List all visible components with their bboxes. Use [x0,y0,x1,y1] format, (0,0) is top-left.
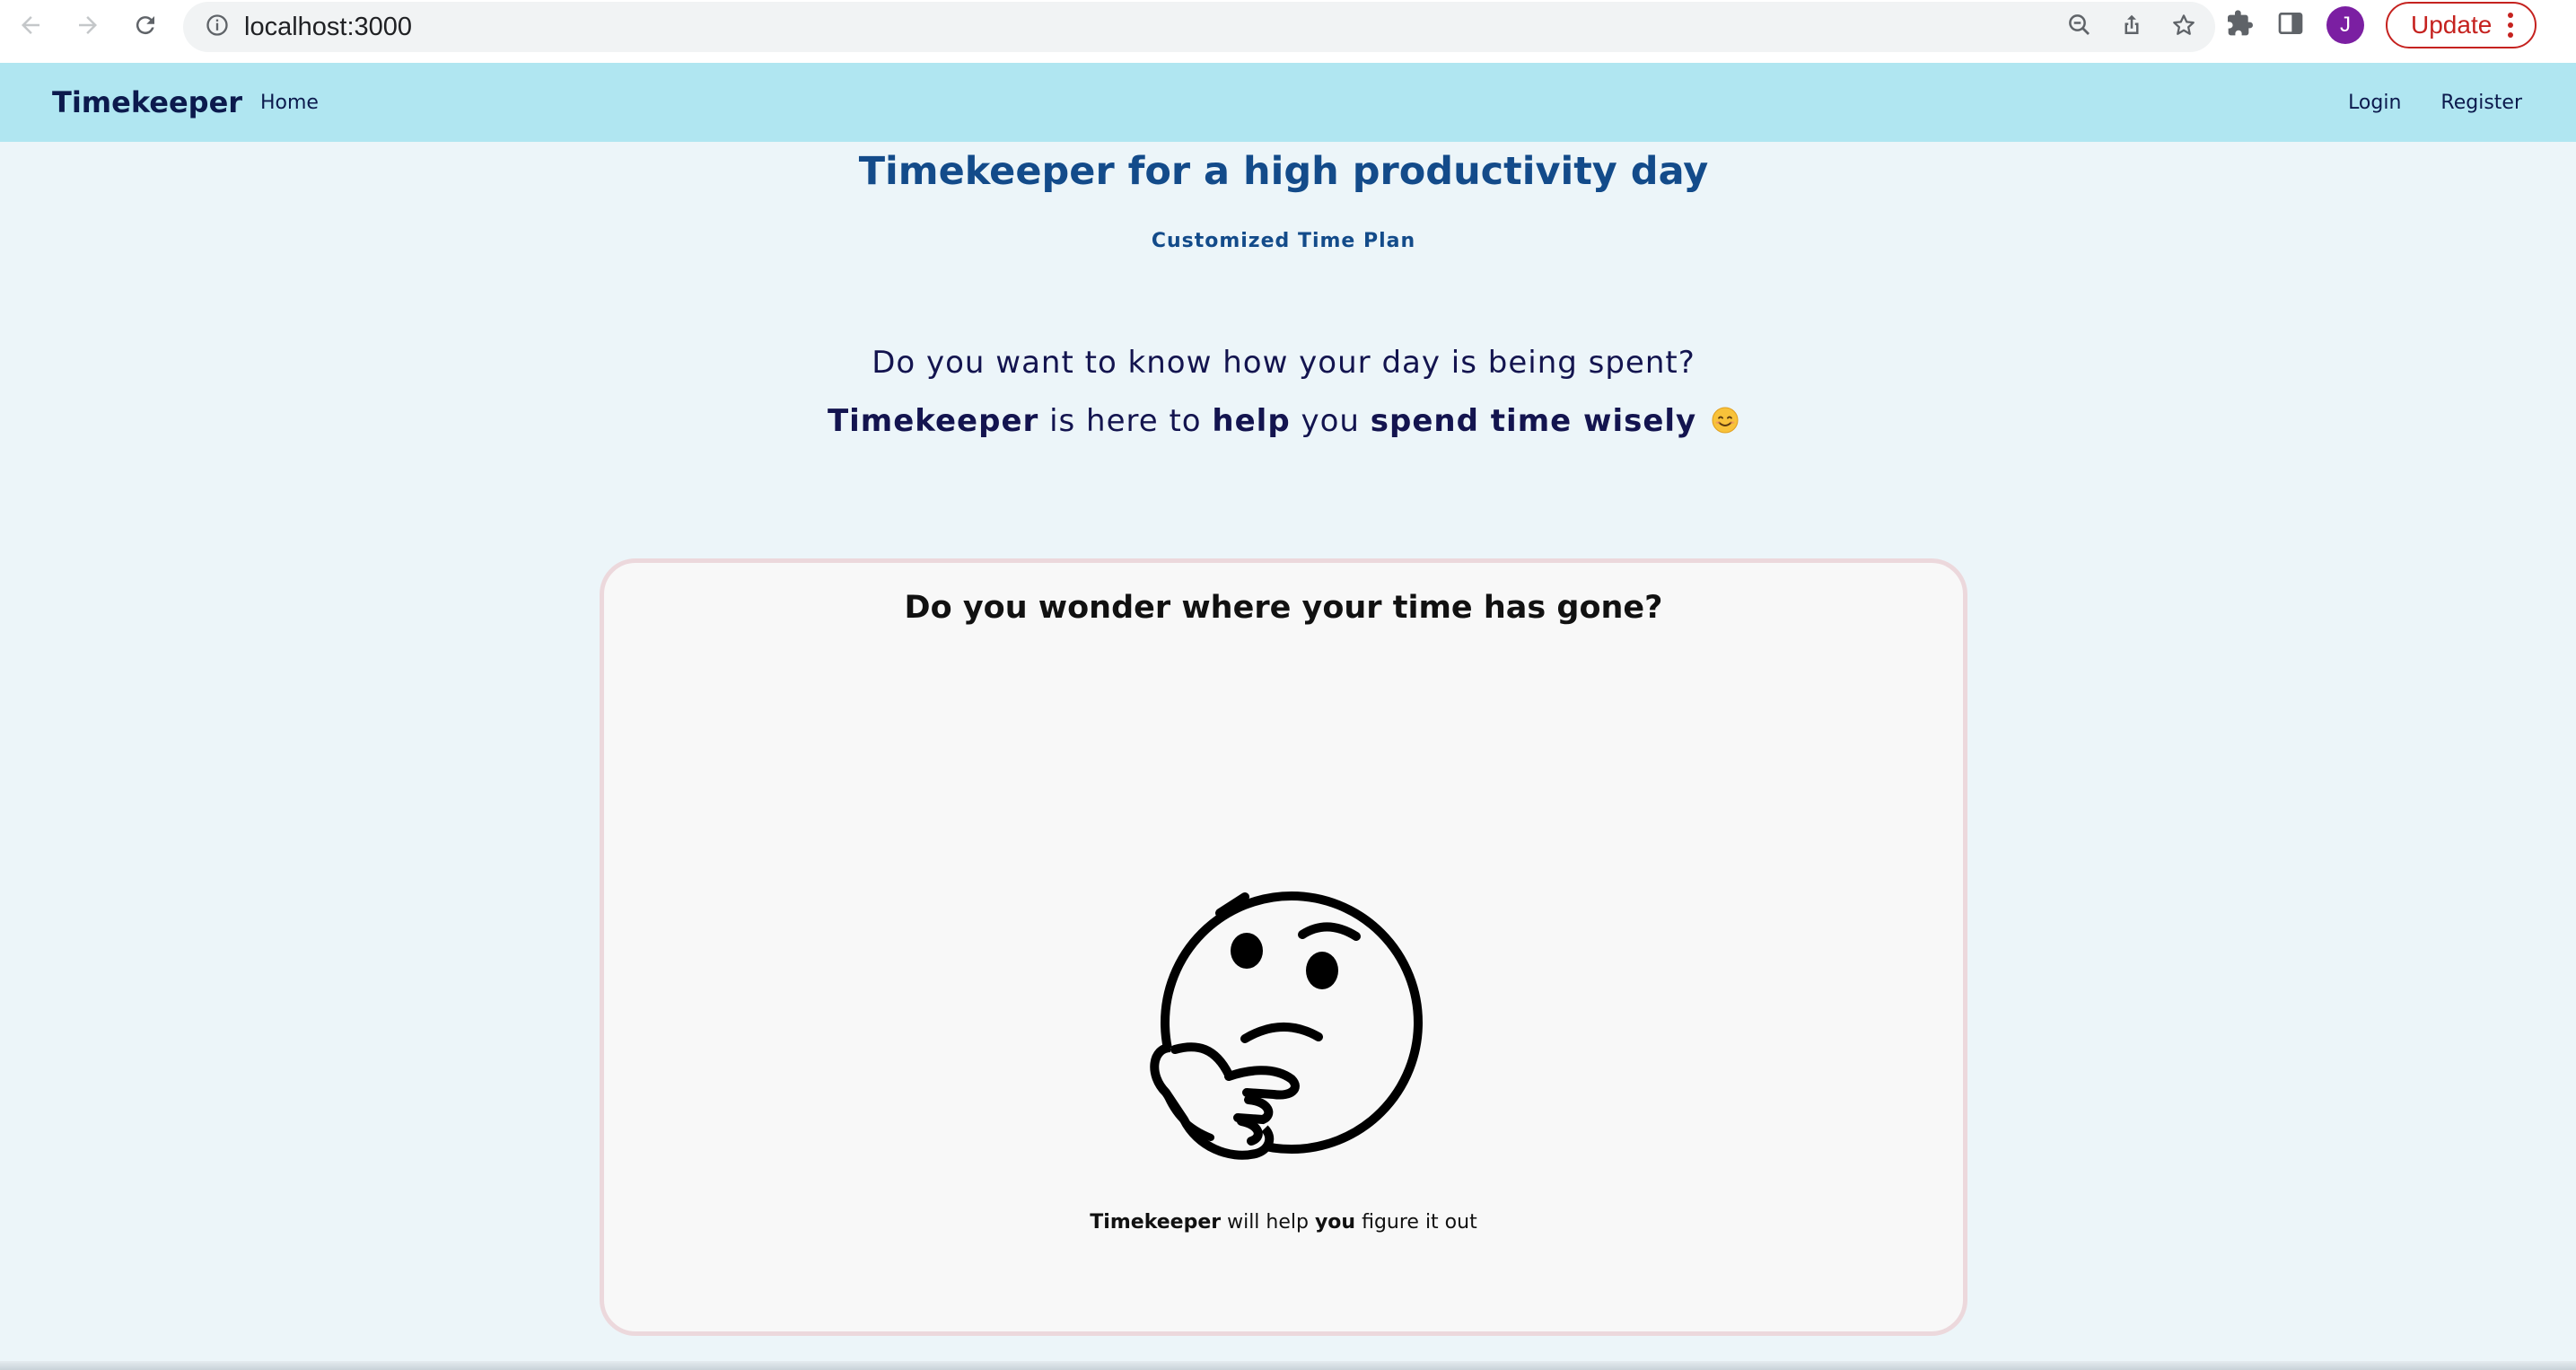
tagline-text-2: you [1290,403,1371,439]
bottom-edge [0,1361,2576,1370]
forward-arrow-icon[interactable] [68,5,108,45]
caption-text-2: figure it out [1355,1211,1477,1234]
info-icon[interactable] [205,13,230,41]
url-text[interactable]: localhost:3000 [244,13,412,42]
tagline-text-1: is here to [1038,403,1213,439]
address-bar[interactable]: localhost:3000 [183,2,2215,52]
side-panel-icon[interactable] [2276,9,2305,41]
nav-register-link[interactable]: Register [2440,92,2522,114]
app-navbar: Timekeeper Home Login Register [0,63,2576,142]
caption-you: you [1314,1211,1356,1234]
info-card: Do you wonder where your time has gone? … [600,558,1967,1336]
brand-link[interactable]: Timekeeper [52,85,242,119]
puzzle-icon[interactable] [2226,9,2255,41]
profile-avatar[interactable]: J [2326,6,2364,44]
page-title: Timekeeper for a high productivity day [858,149,1709,194]
update-button[interactable]: Update [2386,2,2537,48]
thinking-face-icon [1148,886,1426,1164]
back-arrow-icon[interactable] [11,5,50,45]
tagline-spend-time: spend time wisely [1370,403,1697,439]
update-label: Update [2411,11,2493,39]
card-title: Do you wonder where your time has gone? [904,590,1663,626]
page-subtitle: Customized Time Plan [1151,230,1416,252]
kebab-menu-icon [2508,13,2514,38]
zoom-out-icon[interactable] [2066,12,2093,42]
star-icon[interactable] [2170,12,2197,42]
nav-auth-links: Login Register [2348,92,2522,114]
tagline-help: help [1212,403,1291,439]
card-caption: Timekeeper will help you figure it out [604,1211,1963,1234]
share-icon[interactable] [2118,12,2145,42]
nav-home-link[interactable]: Home [260,92,319,114]
intro-question: Do you want to know how your day is bein… [872,345,1695,381]
reload-icon[interactable] [126,5,165,45]
caption-brand: Timekeeper [1090,1211,1222,1234]
caption-text-1: will help [1221,1211,1315,1234]
intro-tagline: Timekeeper is here to help you spend tim… [0,403,2567,439]
smile-emoji-icon [1707,403,1739,439]
nav-login-link[interactable]: Login [2348,92,2401,114]
tagline-brand: Timekeeper [827,403,1039,439]
browser-toolbar: localhost:3000 J Update [0,0,2576,63]
